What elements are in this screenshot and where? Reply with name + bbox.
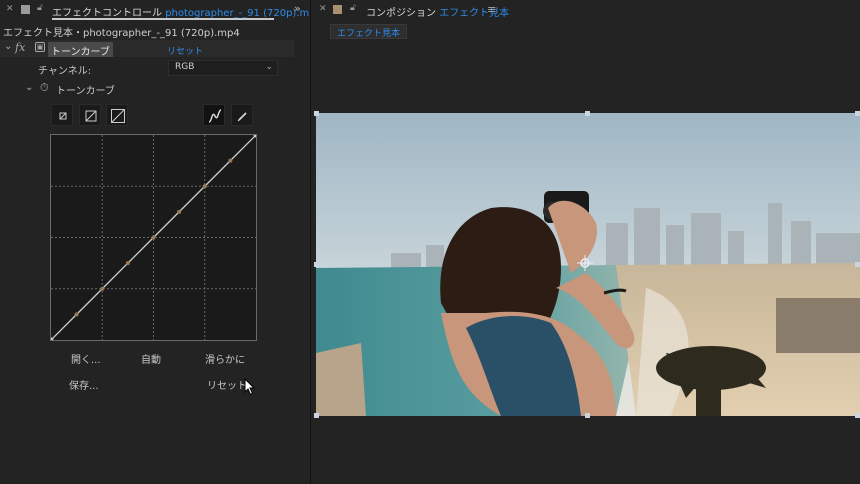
open-button[interactable]: 開く... [71, 351, 101, 366]
close-icon[interactable]: ✕ [6, 4, 14, 14]
mouse-cursor-icon [244, 378, 256, 396]
transform-handle[interactable] [314, 262, 319, 267]
pencil-tool-button[interactable] [231, 104, 253, 126]
effect-header-row[interactable]: ⌄ fx ▣ トーンカーブ リセット [0, 40, 294, 58]
graph-small-icon [59, 112, 67, 120]
transform-handle[interactable] [855, 262, 860, 267]
save-button[interactable]: 保存... [69, 377, 99, 392]
effect-reset-link[interactable]: リセット [167, 44, 203, 57]
chevron-down-icon[interactable]: ⌄ [4, 41, 12, 52]
smooth-button[interactable]: 滑らかに [205, 351, 245, 366]
auto-button[interactable]: 自動 [141, 351, 161, 366]
transform-handle[interactable] [314, 413, 319, 418]
stopwatch-icon[interactable]: ⏱︎ [40, 81, 49, 95]
active-tab-underline [52, 18, 274, 20]
graph-large-button[interactable] [106, 104, 128, 126]
reset-button[interactable]: リセット [207, 377, 247, 392]
pencil-icon [237, 112, 247, 122]
channel-select[interactable]: RGB ⌄ [168, 60, 278, 76]
composition-panel: ✕ 🔓︎ コンポジション エフェクト見本 ≡ エフェクト見本 [311, 0, 860, 484]
curve-control-point[interactable] [177, 209, 182, 214]
chevron-down-icon: ⌄ [265, 62, 273, 72]
graph-medium-button[interactable] [79, 104, 101, 126]
composition-breadcrumb[interactable]: エフェクト見本 [330, 24, 408, 39]
transform-handle[interactable] [585, 111, 590, 116]
fx-icon[interactable]: fx [15, 41, 25, 54]
transform-handle[interactable] [585, 413, 590, 418]
transform-handle[interactable] [314, 111, 319, 116]
curve-control-point[interactable] [125, 261, 130, 266]
transform-handle[interactable] [855, 413, 860, 418]
bezier-tool-button[interactable] [203, 104, 225, 126]
lock-icon[interactable]: 🔓︎ [350, 3, 356, 13]
effect-controls-tab[interactable]: エフェクトコントロール photographer_-_91 (720p).mp4 [52, 4, 322, 19]
channel-label: チャンネル: [38, 66, 92, 77]
tone-curve-graph[interactable] [48, 132, 259, 343]
stone-pillar [316, 343, 366, 416]
effect-controls-panel: ✕ 🔓︎ エフェクトコントロール photographer_-_91 (720p… [0, 0, 322, 484]
bezier-curve-icon [208, 109, 222, 123]
effect-name[interactable]: トーンカーブ [48, 42, 113, 58]
curve-control-point[interactable] [100, 286, 105, 291]
rooftop-building [776, 298, 860, 353]
graph-medium-icon [85, 110, 97, 122]
panel-color-icon [21, 5, 30, 14]
source-breadcrumb: エフェクト見本・photographer_-_91 (720p).mp4 [3, 28, 240, 39]
anchor-point-icon[interactable] [577, 255, 593, 271]
effect-controls-tab-bar: ✕ 🔓︎ エフェクトコントロール photographer_-_91 (720p… [0, 0, 322, 21]
composition-tab-name: エフェクト見本 [439, 8, 510, 19]
lock-icon[interactable]: 🔓︎ [37, 3, 43, 13]
curve-control-point[interactable] [74, 312, 79, 317]
channel-value: RGB [175, 62, 195, 72]
graph-large-icon [111, 109, 125, 123]
curve-control-point[interactable] [151, 235, 156, 240]
curves-property-label: トーンカーブ [56, 86, 115, 97]
tone-curve-svg[interactable] [48, 132, 259, 343]
curve-control-point[interactable] [202, 184, 207, 189]
transform-handle[interactable] [855, 111, 860, 116]
effect-badge-icon: ▣ [35, 42, 45, 52]
graph-small-button[interactable] [51, 104, 73, 126]
double-chevron-right-icon[interactable]: » [294, 2, 301, 15]
chevron-down-icon[interactable]: ⌄ [25, 82, 33, 93]
panel-color-icon [333, 5, 342, 14]
close-icon[interactable]: ✕ [319, 4, 327, 14]
curve-control-point[interactable] [228, 158, 233, 163]
hamburger-icon[interactable]: ≡ [487, 3, 496, 16]
